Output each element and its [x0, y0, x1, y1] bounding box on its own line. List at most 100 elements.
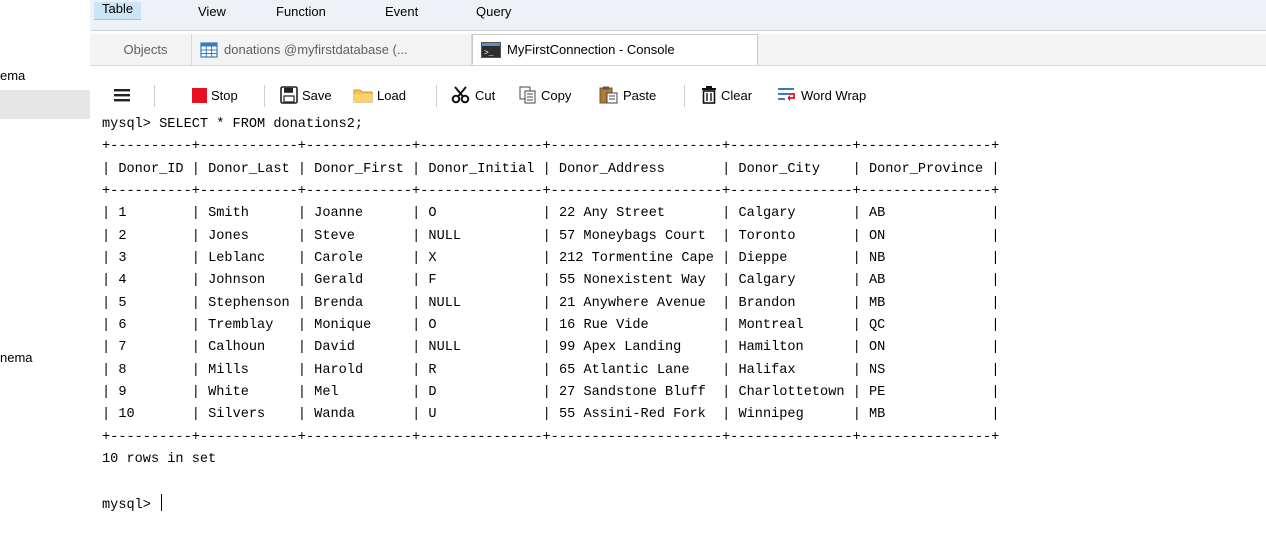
- table-cell: Dieppe: [738, 251, 788, 267]
- copy-icon: [519, 86, 536, 104]
- tab-console-label: MyFirstConnection - Console: [507, 42, 675, 57]
- table-border: +----------+------------+-------------+-…: [102, 184, 1000, 200]
- paste-button[interactable]: Paste: [599, 84, 656, 106]
- result-table: +----------+------------+-------------+-…: [102, 136, 1266, 449]
- table-header-row: | Donor_ID | Donor_Last | Donor_First | …: [102, 161, 1000, 177]
- left-sidebar: [0, 0, 90, 560]
- table-cell: O: [428, 318, 437, 334]
- table-cell: Toronto: [738, 228, 796, 244]
- table-cell: NULL: [428, 340, 462, 356]
- table-cell: NB: [869, 251, 886, 267]
- stop-icon: [192, 87, 207, 103]
- column-header: Donor_City: [738, 161, 820, 177]
- tab-table-donations[interactable]: donations @myfirstdatabase (...: [192, 34, 472, 65]
- sidebar-schema-label-2[interactable]: nema: [0, 350, 33, 365]
- copy-label: Copy: [541, 87, 572, 103]
- table-cell: AB: [869, 273, 886, 289]
- hamburger-menu-button[interactable]: [114, 84, 130, 106]
- save-button[interactable]: Save: [280, 84, 332, 106]
- tab-table-label: donations @myfirstdatabase (...: [224, 42, 408, 57]
- menu-function[interactable]: Function: [276, 5, 326, 19]
- row-count-summary: 10 rows in set: [102, 452, 217, 468]
- console-output[interactable]: mysql> SELECT * FROM donations2; +------…: [102, 114, 1266, 560]
- menu-view[interactable]: View: [198, 5, 226, 19]
- table-cell: Mel: [314, 385, 339, 401]
- console-icon: >_: [481, 41, 501, 58]
- table-cell: 2: [118, 228, 127, 244]
- cut-button[interactable]: Cut: [451, 84, 495, 106]
- table-cell: Winnipeg: [738, 407, 804, 423]
- table-row: | 10 | Silvers | Wanda | U | 55 Assini-R…: [102, 407, 1000, 423]
- table-cell: 6: [118, 318, 127, 334]
- sql-command: SELECT * FROM donations2;: [159, 117, 364, 132]
- table-row: | 2 | Jones | Steve | NULL | 57 Moneybag…: [102, 228, 1000, 244]
- table-cell: Tremblay: [208, 318, 274, 334]
- table-cell: Brenda: [314, 295, 364, 311]
- menu-event[interactable]: Event: [385, 5, 418, 19]
- menu-table[interactable]: Table: [94, 2, 142, 20]
- table-cell: 65 Atlantic Lane: [558, 362, 690, 378]
- table-border: +----------+------------+-------------+-…: [102, 429, 1000, 445]
- toolbar-separator: [264, 85, 265, 107]
- table-cell: 212 Tormentine Cape: [558, 251, 714, 267]
- menu-divider: [90, 30, 1266, 31]
- stop-button[interactable]: Stop: [192, 84, 238, 106]
- cut-label: Cut: [475, 87, 496, 103]
- clear-icon: [702, 86, 716, 104]
- table-cell: Calhoun: [208, 340, 266, 356]
- table-cell: 3: [118, 251, 127, 267]
- blank-line: [102, 472, 1266, 494]
- table-cell: Harold: [314, 362, 364, 378]
- table-cell: 8: [118, 362, 127, 378]
- column-header: Donor_Initial: [428, 161, 535, 177]
- table-cell: 55 Assini-Red Fork: [558, 407, 706, 423]
- console-prompt: mysql>: [102, 497, 151, 513]
- table-cell: Brandon: [738, 295, 796, 311]
- table-cell: ON: [869, 340, 886, 356]
- load-button[interactable]: Load: [353, 84, 406, 106]
- menu-query[interactable]: Query: [476, 5, 511, 19]
- table-cell: 55 Nonexistent Way: [558, 273, 706, 289]
- table-row: | 9 | White | Mel | D | 27 Sandstone Blu…: [102, 385, 1000, 401]
- table-cell: 27 Sandstone Bluff: [558, 385, 706, 401]
- table-cell: D: [428, 385, 437, 401]
- copy-button[interactable]: Copy: [519, 84, 571, 106]
- table-cell: Mills: [208, 362, 249, 378]
- table-cell: 99 Apex Landing: [558, 340, 682, 356]
- query-command-line: mysql> SELECT * FROM donations2;: [102, 114, 1266, 136]
- table-cell: MB: [869, 407, 886, 423]
- table-cell: Gerald: [314, 273, 364, 289]
- tab-console[interactable]: >_ MyFirstConnection - Console: [472, 34, 758, 65]
- table-cell: NULL: [428, 228, 462, 244]
- table-cell: Calgary: [738, 273, 796, 289]
- table-row: | 5 | Stephenson | Brenda | NULL | 21 An…: [102, 295, 1000, 311]
- paste-icon: [599, 86, 618, 104]
- sidebar-selected-row[interactable]: [0, 90, 90, 119]
- tab-objects[interactable]: Objects: [100, 34, 192, 65]
- word-wrap-button[interactable]: Word Wrap: [777, 84, 866, 106]
- table-cell: Johnson: [208, 273, 266, 289]
- toolbar-separator: [436, 85, 437, 107]
- table-cell: Stephenson: [208, 295, 290, 311]
- table-cell: Charlottetown: [738, 385, 845, 401]
- clear-label: Clear: [721, 87, 753, 103]
- table-cell: 57 Moneybags Court: [558, 228, 706, 244]
- table-cell: PE: [869, 385, 886, 401]
- toolbar-separator: [154, 85, 155, 107]
- table-cell: 9: [118, 385, 127, 401]
- table-cell: Silvers: [208, 407, 266, 423]
- tab-objects-label: Objects: [123, 42, 168, 57]
- stop-label: Stop: [211, 87, 238, 103]
- text-cursor: [161, 493, 163, 511]
- word-wrap-icon: [778, 88, 795, 101]
- table-icon: [200, 41, 218, 58]
- top-menu-bar: [90, 0, 1266, 30]
- table-cell: Calgary: [738, 206, 796, 222]
- clear-button[interactable]: Clear: [701, 84, 752, 106]
- current-prompt-line[interactable]: mysql>: [102, 493, 1266, 517]
- column-header: Donor_Address: [558, 161, 665, 177]
- cut-icon: [451, 86, 470, 104]
- table-cell: Smith: [208, 206, 249, 222]
- sidebar-schema-label-1[interactable]: ema: [0, 68, 25, 83]
- table-row: | 3 | Leblanc | Carole | X | 212 Torment…: [102, 251, 1000, 267]
